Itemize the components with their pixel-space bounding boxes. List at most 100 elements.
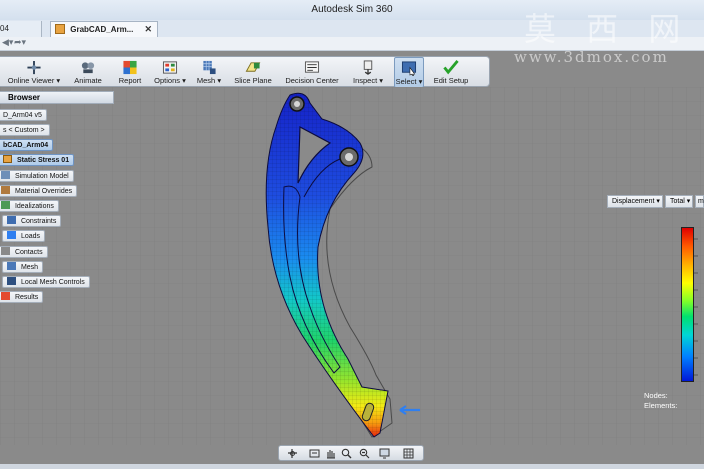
mesh-label: Mesh ▾ (196, 76, 222, 85)
grid-settings-icon[interactable] (403, 448, 414, 459)
node-label: D_Arm04 v5 (3, 112, 42, 119)
browser-node-design[interactable]: D_Arm04 v5 (0, 109, 47, 121)
pin-hole-top-center (294, 101, 300, 107)
load-icon (7, 231, 16, 239)
online-viewer-label: Online Viewer ▾ (7, 76, 61, 85)
node-label: Contacts (14, 249, 43, 256)
node-label: Loads (20, 233, 41, 240)
checkmark-icon (443, 60, 459, 75)
online-viewer-button[interactable]: Online Viewer ▾ (4, 57, 64, 88)
mesh-button[interactable]: Mesh ▾ (194, 57, 224, 88)
edit-setup-label: Edit Setup (433, 76, 469, 85)
browser-title: Browser (8, 93, 41, 102)
browser-node-static-stress[interactable]: Static Stress 01 (0, 154, 75, 166)
displacement-legend-bar (681, 227, 694, 382)
pin-hole-middle-center (345, 153, 353, 161)
plus-cross-icon (27, 60, 41, 75)
tab-label: 04 (0, 24, 9, 33)
tab-label: GrabCAD_Arm... (70, 25, 134, 34)
results-icon (1, 292, 10, 300)
inspect-icon (363, 60, 373, 75)
report-label: Report (118, 76, 142, 85)
orbit-icon[interactable] (287, 448, 298, 459)
result-type-dropdown[interactable]: Displacement ▾ (607, 195, 663, 208)
zoom-window-icon[interactable] (359, 448, 370, 459)
select-button[interactable]: Select ▾ (394, 57, 424, 88)
mesh-icon (203, 60, 216, 75)
tab-previous-document[interactable]: 04 (0, 21, 42, 37)
decision-center-label: Decision Center (285, 76, 339, 85)
options-label: Options ▾ (154, 76, 186, 85)
inspect-button[interactable]: Inspect ▾ (350, 57, 386, 88)
display-settings-icon[interactable] (379, 448, 390, 459)
slice-plane-icon (245, 62, 261, 72)
result-extra-dropdown[interactable]: m (695, 195, 704, 208)
result-component-dropdown[interactable]: Total ▾ (665, 195, 693, 208)
decision-center-icon (304, 61, 320, 73)
result-extra-value: m (698, 198, 704, 205)
browser-node-idealizations[interactable]: Idealizations (0, 200, 59, 212)
decision-center-button[interactable]: Decision Center (282, 57, 342, 88)
node-label: Local Mesh Controls (20, 279, 85, 286)
material-icon (1, 186, 10, 194)
constraint-icon (7, 216, 16, 224)
contact-icon (1, 247, 10, 255)
animate-button[interactable]: Animate (68, 57, 108, 88)
elements-count-label: Elements: (644, 401, 678, 410)
browser-node-model[interactable]: bCAD_Arm04 (0, 139, 54, 151)
browser-node-material-overrides[interactable]: Material Overrides (0, 185, 78, 197)
node-label: Results (14, 294, 39, 301)
browser-node-loads[interactable]: Loads (2, 230, 46, 242)
look-at-icon[interactable] (309, 448, 320, 459)
redo-icon[interactable]: ➦▾ (14, 37, 26, 50)
node-label: Static Stress 01 (16, 157, 70, 164)
browser-node-mesh[interactable]: Mesh (2, 261, 44, 273)
document-icon (55, 24, 65, 34)
node-label: Simulation Model (14, 173, 69, 180)
browser-node-simulation-model[interactable]: Simulation Model (0, 170, 74, 182)
zoom-icon[interactable] (341, 448, 352, 459)
study-icon (3, 155, 12, 163)
node-label: bCAD_Arm04 (3, 142, 49, 149)
pan-hand-icon[interactable] (325, 448, 336, 459)
select-icon (401, 61, 417, 76)
window-title: Autodesk Sim 360 (311, 4, 393, 15)
slice-plane-label: Slice Plane (234, 76, 272, 85)
model-icon (1, 171, 10, 179)
browser-node-local-mesh-controls[interactable]: Local Mesh Controls (2, 276, 90, 288)
options-button[interactable]: Options ▾ (152, 57, 188, 88)
browser-node-results[interactable]: Results (0, 291, 44, 303)
tab-grabcad-arm[interactable]: GrabCAD_Arm... ✕ (50, 21, 158, 37)
idealization-icon (1, 201, 10, 209)
inspect-label: Inspect ▾ (352, 76, 384, 85)
edit-setup-button[interactable]: Edit Setup (430, 57, 472, 88)
browser-panel-header[interactable]: Browser (0, 91, 114, 104)
node-label: Material Overrides (14, 188, 73, 195)
slice-plane-button[interactable]: Slice Plane (232, 57, 274, 88)
select-label: Select ▾ (395, 77, 423, 86)
node-label: Mesh (20, 264, 39, 271)
browser-node-units[interactable]: s < Custom > (0, 124, 50, 136)
close-tab-icon[interactable]: ✕ (144, 22, 152, 37)
undo-icon[interactable]: ◀▾ (2, 37, 13, 50)
node-label: Idealizations (14, 203, 54, 210)
model-viewport[interactable] (0, 87, 704, 445)
result-type-value: Displacement ▾ (612, 198, 660, 205)
mesh-icon (7, 262, 16, 270)
node-label: Constraints (20, 218, 57, 225)
browser-node-contacts[interactable]: Contacts (0, 246, 48, 258)
status-bar (0, 464, 704, 469)
result-component-value: Total ▾ (670, 198, 691, 205)
report-button[interactable]: Report (112, 57, 148, 88)
browser-node-constraints[interactable]: Constraints (2, 215, 62, 227)
watermark-text: 莫 西 网 (524, 10, 691, 48)
node-label: s < Custom > (3, 127, 45, 134)
watermark-url: www.3dmox.com (514, 48, 669, 66)
options-icon (162, 61, 178, 74)
navigation-bar (278, 445, 424, 461)
mesh-control-icon (7, 277, 16, 285)
animate-icon (81, 62, 95, 74)
animate-label: Animate (74, 76, 102, 85)
ribbon-toolbar: Online Viewer ▾ Animate Report Options ▾… (0, 56, 490, 88)
nodes-count-label: Nodes: (644, 391, 668, 400)
